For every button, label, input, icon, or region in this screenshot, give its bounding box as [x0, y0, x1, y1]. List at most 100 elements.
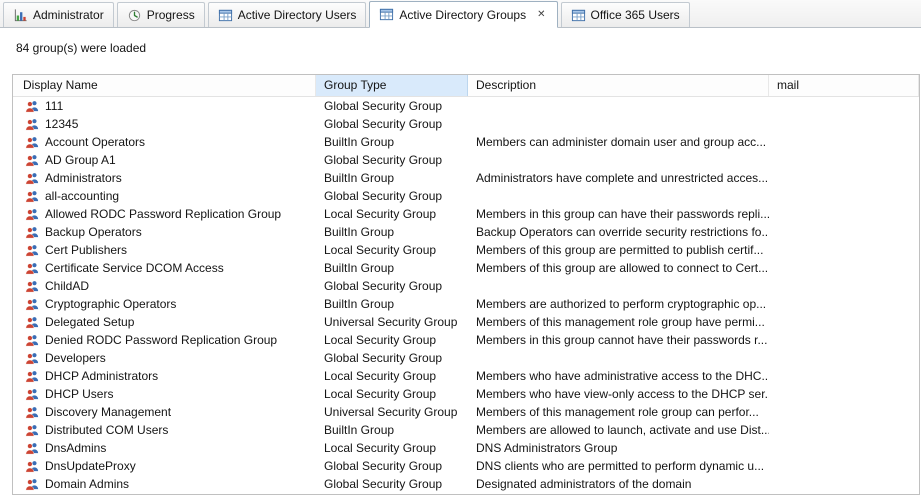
table-body: 111Global Security Group12345Global Secu…: [13, 97, 919, 493]
chart-icon: [13, 8, 28, 23]
cell-display-name: Certificate Service DCOM Access: [13, 259, 316, 277]
table-row[interactable]: Denied RODC Password Replication GroupLo…: [13, 331, 919, 349]
group-icon: [25, 279, 39, 293]
group-icon: [25, 153, 39, 167]
cell-display-name: Backup Operators: [13, 223, 316, 241]
cell-group-type: Local Security Group: [316, 241, 468, 259]
tab-active-directory-users[interactable]: Active Directory Users: [208, 2, 367, 27]
group-icon: [25, 423, 39, 437]
table-row[interactable]: DHCP AdministratorsLocal Security GroupM…: [13, 367, 919, 385]
table-row[interactable]: Certificate Service DCOM AccessBuiltIn G…: [13, 259, 919, 277]
group-icon: [25, 99, 39, 113]
table-row[interactable]: Delegated SetupUniversal Security GroupM…: [13, 313, 919, 331]
display-name-text: DnsAdmins: [45, 439, 106, 457]
group-icon: [25, 297, 39, 311]
close-icon[interactable]: ✕: [535, 9, 547, 21]
table-row[interactable]: DevelopersGlobal Security Group: [13, 349, 919, 367]
table-icon: [571, 8, 586, 23]
cell-description: Members of this group are permitted to p…: [468, 241, 769, 259]
tab-active-directory-groups[interactable]: Active Directory Groups✕: [369, 1, 557, 28]
column-header-description[interactable]: Description: [468, 75, 769, 96]
cell-group-type: Global Security Group: [316, 349, 468, 367]
tab-administrator[interactable]: Administrator: [3, 2, 114, 27]
group-icon: [25, 405, 39, 419]
cell-description: Members of this group are allowed to con…: [468, 259, 769, 277]
cell-display-name: all-accounting: [13, 187, 316, 205]
table-row[interactable]: AdministratorsBuiltIn GroupAdministrator…: [13, 169, 919, 187]
column-header-display-name[interactable]: Display Name: [13, 75, 316, 96]
table-row[interactable]: Discovery ManagementUniversal Security G…: [13, 403, 919, 421]
cell-display-name: AD Group A1: [13, 151, 316, 169]
cell-group-type: Local Security Group: [316, 367, 468, 385]
cell-group-type: Universal Security Group: [316, 403, 468, 421]
cell-description: Members of this management role group ca…: [468, 403, 769, 421]
display-name-text: Domain Admins: [45, 475, 129, 493]
cell-group-type: Universal Security Group: [316, 313, 468, 331]
group-icon: [25, 243, 39, 257]
display-name-text: all-accounting: [45, 187, 119, 205]
cell-display-name: 111: [13, 97, 316, 115]
display-name-text: AD Group A1: [45, 151, 116, 169]
group-icon: [25, 189, 39, 203]
table-row[interactable]: Cert PublishersLocal Security GroupMembe…: [13, 241, 919, 259]
cell-display-name: Cryptographic Operators: [13, 295, 316, 313]
table-row[interactable]: Allowed RODC Password Replication GroupL…: [13, 205, 919, 223]
cell-display-name: Domain Admins: [13, 475, 316, 493]
tab-office-365-users[interactable]: Office 365 Users: [561, 2, 690, 27]
table-row[interactable]: Domain AdminsGlobal Security GroupDesign…: [13, 475, 919, 493]
tab-label: Progress: [147, 8, 195, 22]
table-row[interactable]: Backup OperatorsBuiltIn GroupBackup Oper…: [13, 223, 919, 241]
table-row[interactable]: all-accounting Global Security Group: [13, 187, 919, 205]
cell-description: Members who have administrative access t…: [468, 367, 769, 385]
column-header-mail[interactable]: mail: [769, 75, 919, 96]
cell-description: Members in this group cannot have their …: [468, 331, 769, 349]
table-row[interactable]: DHCP UsersLocal Security GroupMembers wh…: [13, 385, 919, 403]
group-icon: [25, 315, 39, 329]
group-icon: [25, 369, 39, 383]
table-row[interactable]: AD Group A1 Global Security Group: [13, 151, 919, 169]
cell-group-type: BuiltIn Group: [316, 259, 468, 277]
group-icon: [25, 477, 39, 491]
cell-group-type: Global Security Group: [316, 115, 468, 133]
cell-group-type: Global Security Group: [316, 151, 468, 169]
column-header-label: Description: [476, 78, 536, 92]
table-row[interactable]: DnsAdmins Local Security GroupDNS Adminis…: [13, 439, 919, 457]
tab-label: Active Directory Users: [238, 8, 357, 22]
table-row[interactable]: Cryptographic OperatorsBuiltIn GroupMemb…: [13, 295, 919, 313]
display-name-text: Denied RODC Password Replication Group: [45, 331, 277, 349]
display-name-text: 12345: [45, 115, 78, 133]
column-header-group-type[interactable]: Group Type: [316, 75, 468, 96]
table-row[interactable]: Account OperatorsBuiltIn GroupMembers ca…: [13, 133, 919, 151]
table-row[interactable]: 111Global Security Group: [13, 97, 919, 115]
cell-description: Members of this management role group ha…: [468, 313, 769, 331]
display-name-text: Backup Operators: [45, 223, 142, 241]
table-row[interactable]: DnsUpdateProxyGlobal Security GroupDNS c…: [13, 457, 919, 475]
display-name-text: ChildAD: [45, 277, 89, 295]
cell-description: Members in this group can have their pas…: [468, 205, 769, 223]
group-icon: [25, 135, 39, 149]
cell-group-type: Local Security Group: [316, 439, 468, 457]
group-icon: [25, 387, 39, 401]
group-icon: [25, 459, 39, 473]
table-header: Display Name Group Type Description mail: [13, 75, 919, 97]
status-text: 84 group(s) were loaded: [0, 28, 921, 74]
display-name-text: DHCP Users: [45, 385, 113, 403]
cell-group-type: Global Security Group: [316, 277, 468, 295]
progress-icon: [127, 8, 142, 23]
cell-display-name: DHCP Administrators: [13, 367, 316, 385]
table-row[interactable]: ChildAD Global Security Group: [13, 277, 919, 295]
cell-display-name: ChildAD: [13, 277, 316, 295]
display-name-text: Account Operators: [45, 133, 145, 151]
app-window: Administrator Progress Active Directory Us…: [0, 0, 921, 495]
cell-description: Backup Operators can override security r…: [468, 223, 769, 241]
cell-description: DNS Administrators Group: [468, 439, 769, 457]
cell-group-type: Global Security Group: [316, 187, 468, 205]
table-row[interactable]: Distributed COM UsersBuiltIn GroupMember…: [13, 421, 919, 439]
tab-progress[interactable]: Progress: [117, 2, 205, 27]
cell-description: Administrators have complete and unrestr…: [468, 169, 769, 187]
group-icon: [25, 117, 39, 131]
column-header-label: Display Name: [23, 78, 98, 92]
group-icon: [25, 351, 39, 365]
cell-display-name: Cert Publishers: [13, 241, 316, 259]
table-row[interactable]: 12345 Global Security Group: [13, 115, 919, 133]
